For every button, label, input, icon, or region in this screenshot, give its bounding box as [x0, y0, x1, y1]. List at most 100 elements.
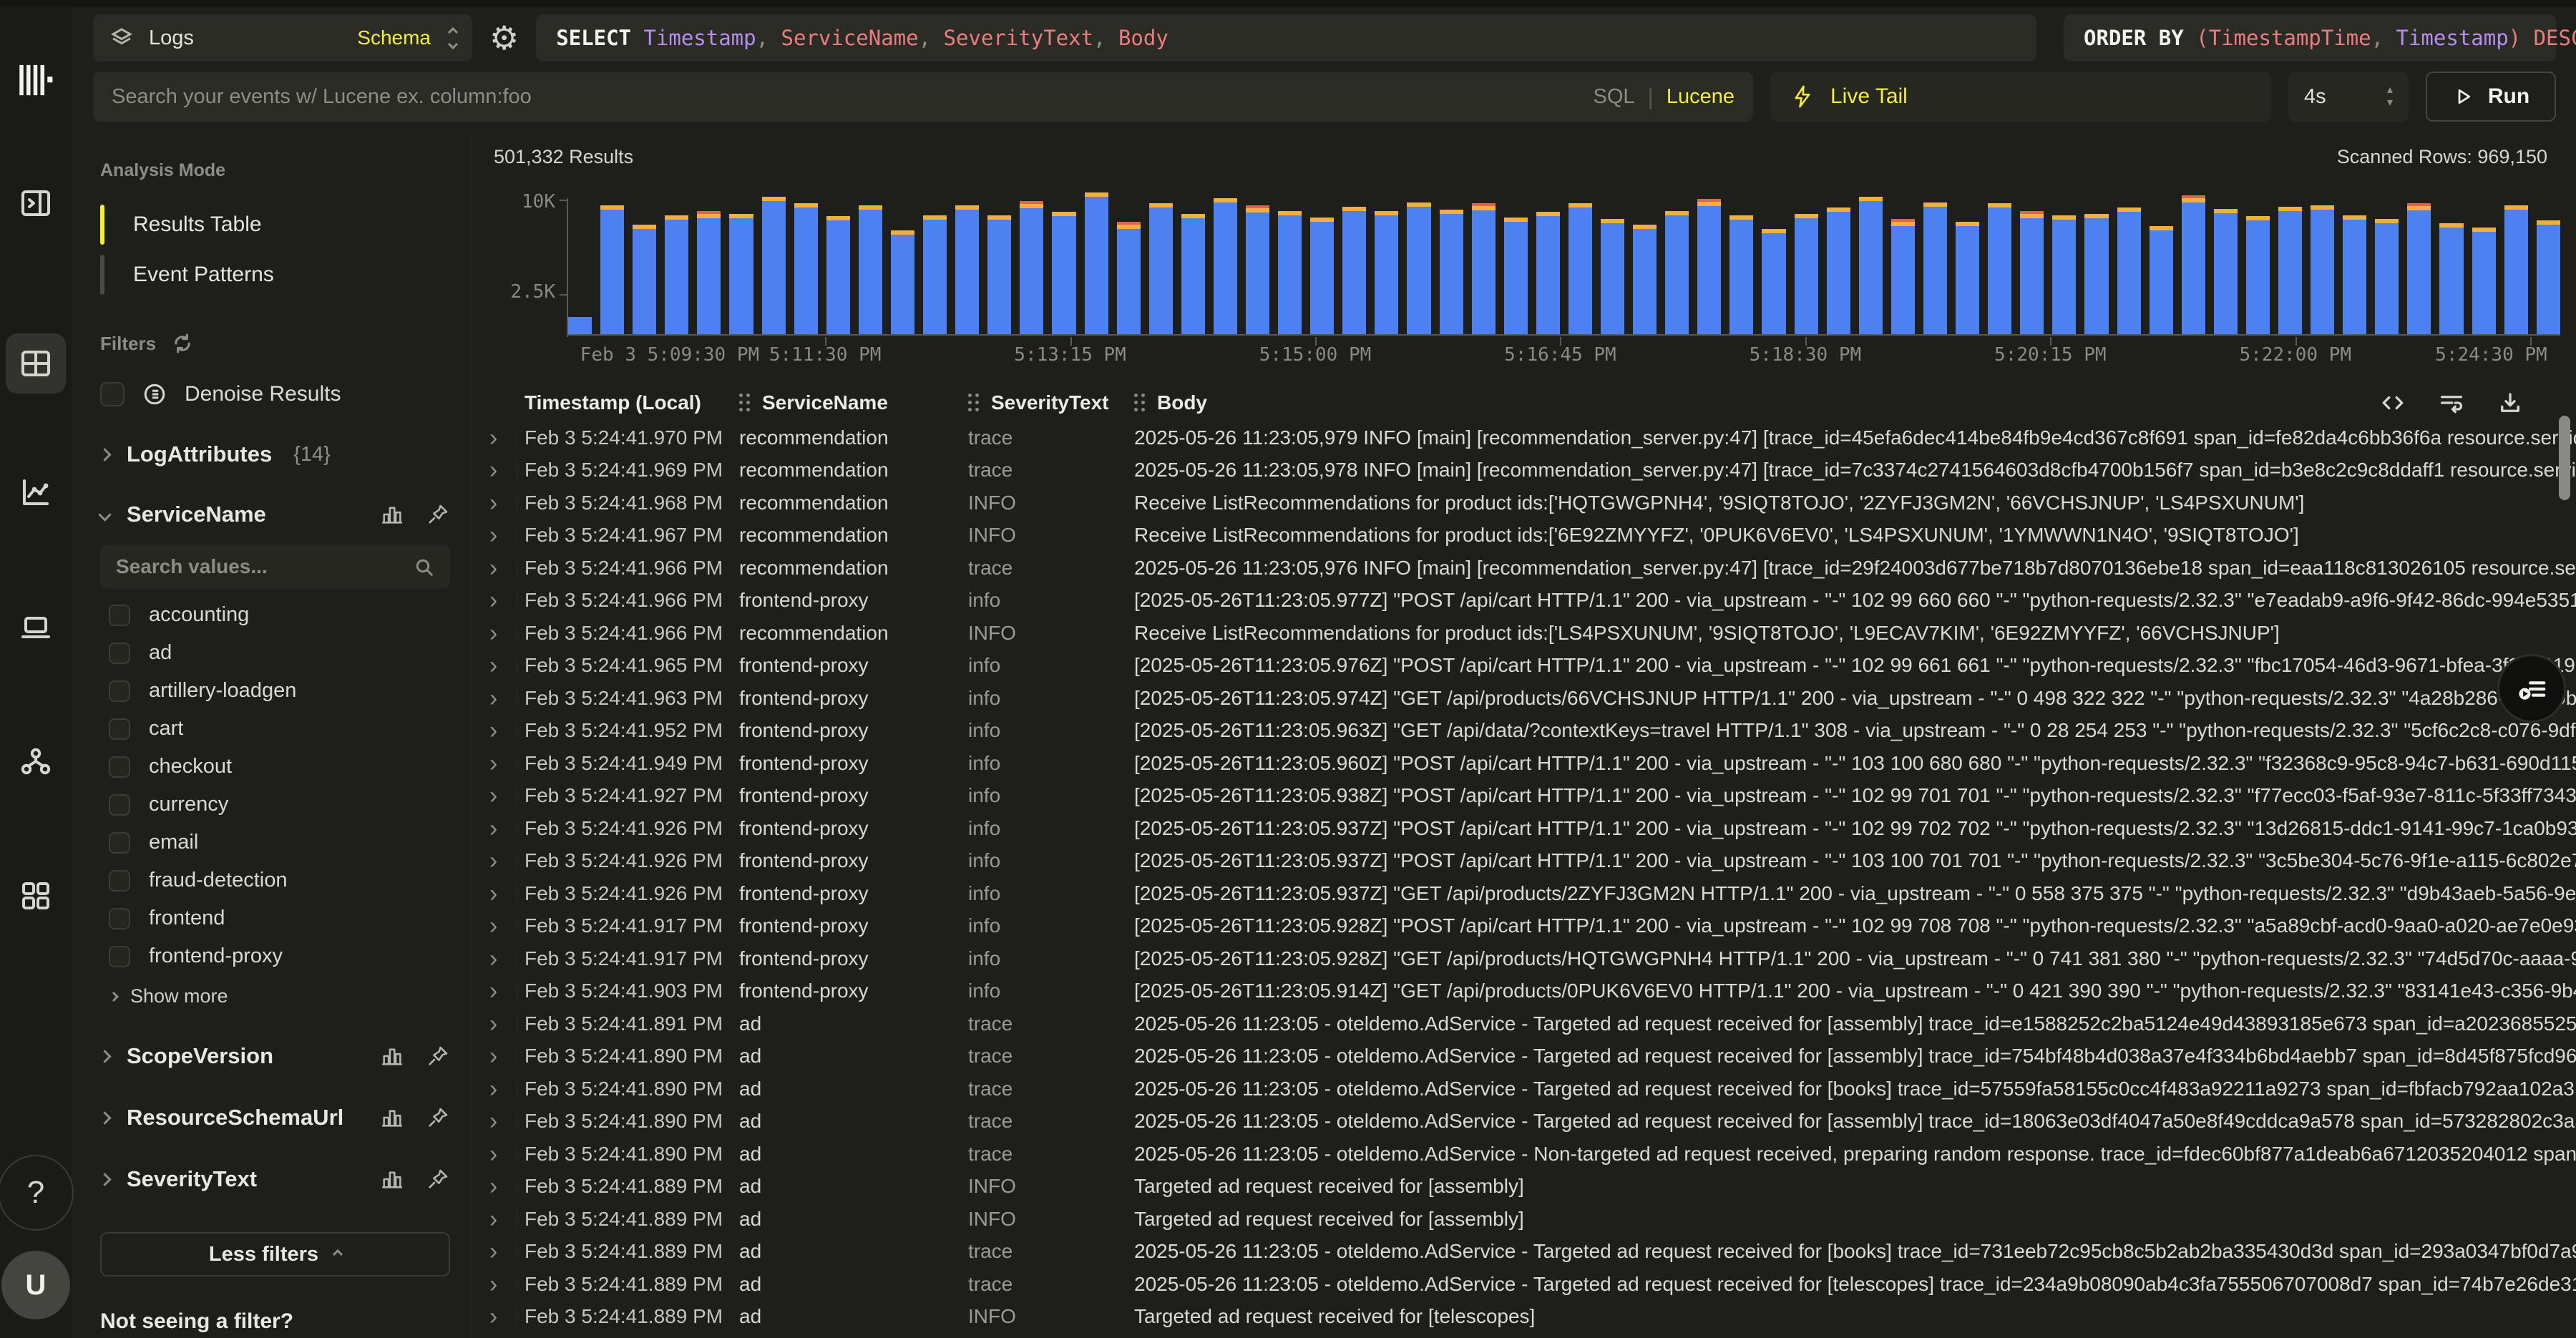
histogram-bar[interactable] — [891, 230, 914, 334]
service-filter-option[interactable]: cart — [100, 710, 450, 748]
app-logo-icon[interactable] — [6, 50, 66, 110]
orderby-clause-input[interactable]: ORDER BY (TimestampTime, Timestamp) DESC — [2064, 14, 2556, 62]
header-body[interactable]: Body — [1134, 391, 2576, 414]
help-icon[interactable]: ? — [0, 1155, 74, 1231]
histogram-bar[interactable] — [2375, 219, 2399, 334]
nav-service-map-icon[interactable] — [6, 731, 66, 791]
pin-icon[interactable] — [426, 1105, 450, 1130]
service-checkbox[interactable] — [109, 832, 130, 854]
histogram-bar[interactable] — [1859, 197, 1883, 334]
histogram-bar[interactable] — [1729, 215, 1753, 335]
log-row[interactable]: ›Feb 3 5:24:41.968 PMrecommendationINFOR… — [472, 487, 2576, 519]
live-tail-button[interactable]: Live Tail — [1770, 72, 2271, 122]
histogram-bar[interactable] — [794, 203, 818, 334]
drag-handle-icon[interactable] — [968, 394, 980, 413]
log-row[interactable]: ›Feb 3 5:24:41.926 PMfrontend-proxyinfo[… — [472, 812, 2576, 845]
histogram-bar[interactable] — [2117, 207, 2141, 334]
histogram-bar[interactable] — [633, 225, 656, 334]
service-checkbox[interactable] — [109, 908, 130, 929]
log-row[interactable]: ›Feb 3 5:24:41.890 PMadtrace2025-05-26 1… — [472, 1073, 2576, 1105]
user-avatar[interactable]: U — [1, 1251, 70, 1319]
histogram-bar[interactable] — [762, 197, 786, 334]
nav-chart-explorer-icon[interactable] — [6, 462, 66, 522]
expand-row-icon[interactable]: › — [472, 1272, 525, 1297]
log-row[interactable]: ›Feb 3 5:24:41.890 PMadtrace2025-05-26 1… — [472, 1138, 2576, 1171]
scroll-to-live-button[interactable] — [2497, 654, 2566, 723]
expand-row-icon[interactable]: › — [472, 686, 525, 710]
histogram-bar[interactable] — [1795, 214, 1818, 334]
service-checkbox[interactable] — [109, 680, 130, 702]
histogram-bar[interactable] — [1181, 214, 1205, 334]
drag-handle-icon[interactable] — [1134, 394, 1146, 413]
bar-chart-icon[interactable] — [380, 1167, 404, 1191]
gear-icon[interactable]: ⚙ — [489, 21, 519, 54]
expand-row-icon[interactable]: › — [472, 1142, 525, 1166]
histogram-bar[interactable] — [955, 205, 979, 334]
nav-search-icon[interactable] — [6, 173, 66, 233]
histogram-bar[interactable] — [1536, 212, 1560, 334]
histogram-bar[interactable] — [1407, 202, 1430, 334]
language-toggle[interactable]: SQL | Lucene — [1594, 84, 1754, 110]
histogram-bar[interactable] — [2084, 214, 2108, 334]
expand-row-icon[interactable]: › — [472, 458, 525, 482]
expand-row-icon[interactable]: › — [472, 523, 525, 547]
expand-row-icon[interactable]: › — [472, 718, 525, 743]
expand-row-icon[interactable]: › — [472, 783, 525, 808]
mode-results-table[interactable]: Results Table — [100, 200, 450, 250]
histogram-bar[interactable] — [1568, 203, 1592, 334]
service-checkbox[interactable] — [109, 643, 130, 664]
header-timestamp[interactable]: Timestamp (Local) — [525, 391, 739, 414]
histogram-bar[interactable] — [729, 214, 753, 334]
header-severitytext[interactable]: SeverityText — [968, 391, 1134, 414]
service-filter-option[interactable]: accounting — [100, 596, 450, 634]
histogram-bar[interactable] — [1762, 229, 1785, 334]
histogram-bar[interactable] — [1246, 205, 1269, 334]
expand-row-icon[interactable]: › — [472, 1044, 525, 1068]
drag-handle-icon[interactable] — [739, 394, 751, 413]
log-row[interactable]: ›Feb 3 5:24:41.889 PMadINFOTargeted ad r… — [472, 1171, 2576, 1203]
histogram-bar[interactable] — [859, 205, 882, 334]
expand-row-icon[interactable]: › — [472, 588, 525, 612]
refresh-icon[interactable] — [170, 331, 195, 356]
log-row[interactable]: ›Feb 3 5:24:41.969 PMrecommendationtrace… — [472, 454, 2576, 487]
histogram-bar[interactable] — [1117, 222, 1141, 334]
expand-row-icon[interactable]: › — [472, 1207, 525, 1231]
expand-row-icon[interactable]: › — [472, 621, 525, 645]
service-checkbox[interactable] — [109, 794, 130, 816]
histogram-bar[interactable] — [1891, 219, 1915, 334]
field-group-severitytext[interactable]: SeverityText — [100, 1166, 450, 1192]
log-row[interactable]: ›Feb 3 5:24:41.927 PMfrontend-proxyinfo[… — [472, 780, 2576, 813]
expand-row-icon[interactable]: › — [472, 426, 525, 450]
expand-row-icon[interactable]: › — [472, 882, 525, 906]
mode-event-patterns[interactable]: Event Patterns — [100, 250, 450, 300]
nav-sessions-icon[interactable] — [6, 597, 66, 657]
pin-icon[interactable] — [426, 1044, 450, 1068]
histogram-bar[interactable] — [2052, 215, 2076, 335]
service-search-input[interactable] — [100, 545, 450, 589]
histogram-bar[interactable] — [2343, 215, 2366, 335]
service-checkbox[interactable] — [109, 605, 130, 626]
bar-chart-icon[interactable] — [380, 1105, 404, 1130]
show-more-button[interactable]: Show more — [100, 985, 450, 1007]
field-group-resourceschemaurl[interactable]: ResourceSchemaUrl — [100, 1105, 450, 1131]
histogram-bar[interactable] — [600, 205, 624, 334]
service-filter-option[interactable]: frontend — [100, 899, 450, 937]
stepper-carets-icon[interactable]: ▴▾ — [2387, 84, 2393, 109]
log-row[interactable]: ›Feb 3 5:24:41.966 PMrecommendationtrace… — [472, 552, 2576, 585]
histogram-bar[interactable] — [1827, 207, 1850, 334]
histogram-bar[interactable] — [1601, 219, 1624, 334]
histogram-bar[interactable] — [2278, 207, 2302, 334]
histogram-bar[interactable] — [2472, 228, 2496, 334]
service-filter-option[interactable]: ad — [100, 634, 450, 672]
service-checkbox[interactable] — [109, 718, 130, 740]
histogram-bar[interactable] — [1956, 222, 1979, 334]
log-row[interactable]: ›Feb 3 5:24:41.970 PMrecommendationtrace… — [472, 421, 2576, 454]
log-row[interactable]: ›Feb 3 5:24:41.966 PMfrontend-proxyinfo[… — [472, 585, 2576, 617]
histogram-bar[interactable] — [2246, 216, 2270, 334]
source-selector[interactable]: Logs Schema — [93, 14, 472, 62]
log-row[interactable]: ›Feb 3 5:24:41.889 PMadtrace2025-05-26 1… — [472, 1268, 2576, 1301]
histogram-bar[interactable] — [1342, 207, 1366, 334]
expand-row-icon[interactable]: › — [472, 1174, 525, 1198]
histogram-bar[interactable] — [826, 216, 850, 334]
service-filter-option[interactable]: checkout — [100, 748, 450, 786]
